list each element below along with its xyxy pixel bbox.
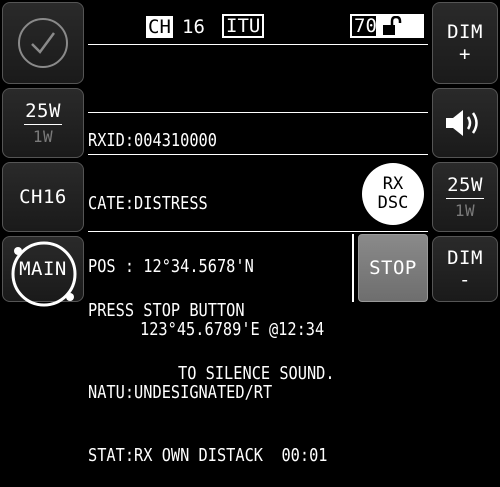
- message-line-1: PRESS STOP BUTTON: [88, 300, 245, 321]
- main-label: MAIN: [19, 258, 67, 280]
- ch16-label: CH16: [19, 186, 67, 208]
- cate-line: CATE:DISTRESS: [88, 193, 208, 214]
- message-panel: PRESS STOP BUTTON TO SILENCE SOUND.: [88, 258, 358, 405]
- dim-up-button[interactable]: DIM +: [432, 2, 498, 84]
- dim-down-label: DIM: [447, 247, 483, 269]
- dsc-label: DSC: [377, 193, 409, 213]
- power-low-label: 1W: [32, 127, 54, 146]
- header-underline: [88, 44, 428, 45]
- power-divider-right: [446, 198, 484, 199]
- dim-down-symbol: -: [459, 269, 471, 291]
- power-divider: [24, 124, 62, 125]
- checkmark-icon: [18, 18, 68, 68]
- ch16-button[interactable]: CH16: [2, 162, 84, 232]
- rx-dsc-indicator[interactable]: RX DSC: [362, 163, 424, 225]
- dim-down-button[interactable]: DIM -: [432, 236, 498, 302]
- stop-button[interactable]: STOP: [358, 234, 428, 302]
- power-low-label-right: 1W: [454, 201, 476, 220]
- power-high-label: 25W: [25, 100, 61, 122]
- channel-number: 16: [182, 16, 205, 38]
- power-toggle-left[interactable]: 25W 1W: [2, 88, 84, 158]
- stat-line: STAT:RX OWN DISTACK 00:01: [88, 445, 328, 466]
- info-divider-a: [88, 112, 428, 113]
- info-divider-b: [88, 154, 428, 155]
- rx-label: RX: [382, 174, 404, 194]
- header-bar: CH 16 ITU 70: [88, 14, 428, 42]
- dim-up-symbol: +: [459, 43, 471, 65]
- lock-box: [376, 14, 424, 38]
- main-button[interactable]: MAIN: [2, 236, 84, 307]
- volume-button[interactable]: [432, 88, 498, 158]
- channel-prefix: CH: [146, 16, 173, 38]
- power-toggle-right[interactable]: 25W 1W: [432, 162, 498, 232]
- unlock-icon: [383, 16, 402, 35]
- rxid-line: RXID:004310000: [88, 130, 217, 151]
- stop-label: STOP: [369, 257, 417, 279]
- speaker-icon: [446, 110, 478, 136]
- info-divider-c: [88, 231, 428, 232]
- message-line-2: TO SILENCE SOUND.: [178, 363, 335, 384]
- dim-up-label: DIM: [447, 21, 483, 43]
- power-high-label-right: 25W: [447, 174, 483, 196]
- channel-mode: ITU: [222, 14, 265, 38]
- message-box-border: [352, 234, 354, 302]
- confirm-button[interactable]: [2, 2, 84, 84]
